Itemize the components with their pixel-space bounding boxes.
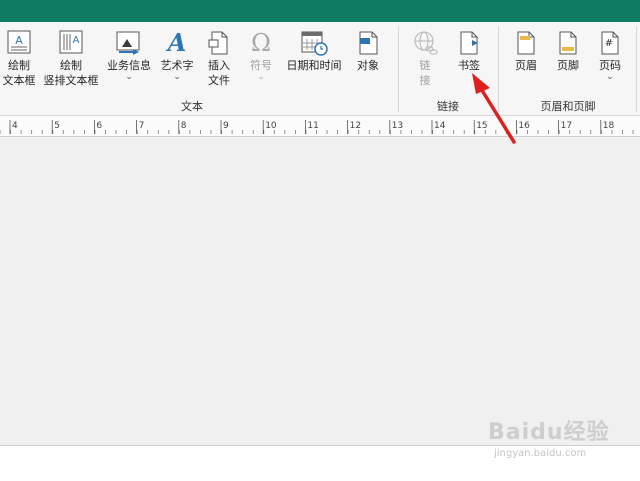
insert-file-icon bbox=[205, 28, 233, 58]
calendar-clock-icon bbox=[300, 28, 328, 58]
watermark: Baidu经验 jingyan.baidu.com bbox=[488, 408, 618, 468]
wordart-label: 艺术字 bbox=[160, 59, 194, 72]
draw-vertical-textbox-button[interactable]: A 绘制 竖排文本框 bbox=[40, 28, 102, 98]
ruler-number: 5 bbox=[54, 121, 60, 131]
page-number-icon: # bbox=[596, 28, 624, 58]
wordart-icon: A bbox=[163, 28, 191, 58]
svg-text:#: # bbox=[605, 38, 613, 49]
hyperlink-button[interactable]: 链 接 bbox=[406, 28, 444, 98]
hyperlink-label-2: 接 bbox=[419, 74, 431, 87]
bookmark-button[interactable]: 书签 bbox=[452, 28, 486, 98]
header-button[interactable]: 页眉 bbox=[508, 28, 544, 98]
watermark-url: jingyan.baidu.com bbox=[494, 448, 587, 459]
draw-vertical-textbox-label-2: 竖排文本框 bbox=[43, 74, 99, 87]
ruler-number: 8 bbox=[181, 121, 187, 131]
ruler-number: 17 bbox=[561, 121, 572, 131]
draw-textbox-label-2: 文本框 bbox=[2, 74, 36, 87]
page-number-dropdown-icon: ⌄ bbox=[606, 72, 614, 82]
insert-file-button[interactable]: 插入 文件 bbox=[200, 28, 238, 98]
ruler-number: 12 bbox=[350, 121, 361, 131]
ruler-number: 4 bbox=[12, 121, 18, 131]
hyperlink-label-1: 链 bbox=[419, 59, 431, 72]
header-label: 页眉 bbox=[515, 59, 537, 72]
object-button[interactable]: 对象 bbox=[350, 28, 386, 98]
footer-icon bbox=[554, 28, 582, 58]
insert-file-label-1: 插入 bbox=[208, 59, 230, 72]
object-label: 对象 bbox=[357, 59, 379, 72]
ruler-scale: 4 5 6 7 8 9 10 11 12 13 14 15 16 17 18 bbox=[0, 120, 634, 134]
page-number-button[interactable]: # 页码 ⌄ bbox=[592, 28, 628, 98]
globe-link-icon bbox=[411, 28, 439, 58]
draw-vertical-textbox-label-1: 绘制 bbox=[60, 59, 82, 72]
footer-label: 页脚 bbox=[557, 59, 579, 72]
ruler-number: 15 bbox=[476, 121, 487, 131]
omega-icon: Ω bbox=[251, 29, 271, 57]
group-separator bbox=[636, 26, 637, 112]
document-canvas[interactable] bbox=[0, 137, 640, 445]
ruler-number: 18 bbox=[603, 121, 615, 131]
ruler-number: 9 bbox=[223, 121, 229, 131]
textbox-icon: A bbox=[5, 28, 33, 58]
bookmark-icon bbox=[455, 28, 483, 58]
ruler-number: 11 bbox=[307, 121, 318, 131]
business-info-label: 业务信息 bbox=[107, 59, 151, 72]
ruler-number: 16 bbox=[518, 121, 530, 131]
title-bar bbox=[0, 0, 640, 22]
group-label-links: 链接 bbox=[437, 100, 459, 113]
page-number-label: 页码 bbox=[599, 59, 621, 72]
symbol-label: 符号 bbox=[250, 59, 272, 72]
svg-text:A: A bbox=[15, 34, 23, 47]
group-separator bbox=[498, 26, 499, 112]
insert-file-label-2: 文件 bbox=[208, 74, 230, 87]
symbol-dropdown-icon: ⌄ bbox=[257, 72, 265, 82]
ruler-number: 6 bbox=[96, 121, 102, 131]
svg-text:A: A bbox=[166, 29, 187, 57]
wordart-button[interactable]: A 艺术字 ⌄ bbox=[156, 28, 198, 98]
ruler-number: 7 bbox=[139, 121, 145, 131]
date-time-label: 日期和时间 bbox=[286, 59, 342, 72]
ruler-number: 10 bbox=[265, 121, 277, 131]
vertical-textbox-icon: A bbox=[57, 28, 85, 58]
footer-button[interactable]: 页脚 bbox=[550, 28, 586, 98]
ruler-number: 14 bbox=[434, 121, 446, 131]
group-separator bbox=[398, 26, 399, 112]
group-label-header-footer: 页眉和页脚 bbox=[540, 100, 596, 113]
date-time-button[interactable]: 日期和时间 bbox=[282, 28, 346, 98]
group-label-text: 文本 bbox=[181, 100, 203, 113]
draw-textbox-button[interactable]: A 绘制 文本框 bbox=[0, 28, 38, 98]
bookmark-label: 书签 bbox=[458, 59, 480, 72]
business-info-icon bbox=[115, 28, 143, 58]
symbol-button[interactable]: Ω 符号 ⌄ bbox=[242, 28, 280, 98]
ribbon-insert-tab: A 绘制 文本框 A 绘制 竖排文本框 业务信息 ⌄ A 艺术字 ⌄ 插入 文件… bbox=[0, 22, 640, 116]
business-info-dropdown-icon: ⌄ bbox=[125, 72, 133, 82]
horizontal-ruler: 4 5 6 7 8 9 10 11 12 13 14 15 16 17 18 bbox=[0, 116, 640, 137]
svg-text:A: A bbox=[73, 35, 80, 46]
object-icon bbox=[354, 28, 382, 58]
draw-textbox-label-1: 绘制 bbox=[8, 59, 30, 72]
watermark-logo: Baidu经验 bbox=[488, 420, 610, 445]
header-icon bbox=[512, 28, 540, 58]
wordart-dropdown-icon: ⌄ bbox=[173, 72, 181, 82]
ruler-number: 13 bbox=[392, 121, 403, 131]
business-info-button[interactable]: 业务信息 ⌄ bbox=[104, 28, 154, 98]
